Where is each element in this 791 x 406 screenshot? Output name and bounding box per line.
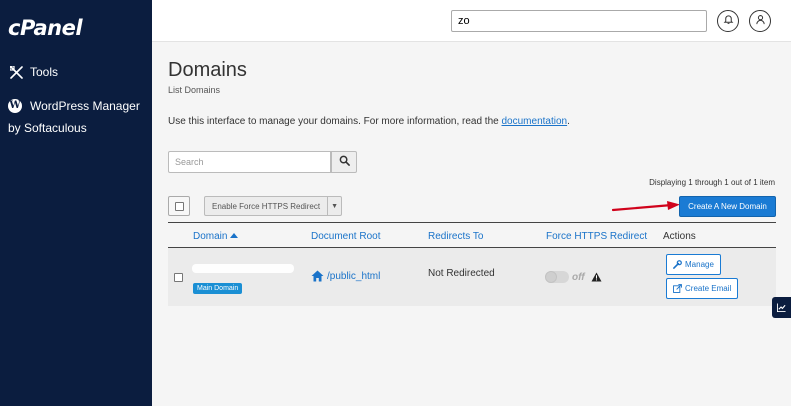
force-https-button-group: Enable Force HTTPS Redirect ▼ [204, 196, 343, 216]
document-root-path: /public_html [327, 270, 381, 282]
toggle-knob [545, 271, 557, 283]
column-header-document-root[interactable]: Document Root [311, 231, 380, 242]
create-domain-button[interactable]: Create A New Domain [679, 196, 776, 217]
force-https-dropdown-toggle[interactable]: ▼ [328, 196, 343, 216]
force-https-toggle-group: off [545, 271, 602, 283]
column-header-actions: Actions [663, 231, 696, 242]
domain-search-input[interactable] [168, 151, 331, 173]
checkbox-box [174, 201, 184, 211]
warning-icon[interactable] [591, 272, 602, 282]
sidebar-item-label: WordPress Manager [30, 99, 140, 113]
manage-button[interactable]: Manage [666, 254, 721, 275]
tools-icon [8, 64, 24, 80]
wrench-icon [673, 260, 682, 269]
global-search-input[interactable] [451, 10, 707, 32]
manage-button-label: Manage [685, 260, 714, 269]
pagination-summary: Displaying 1 through 1 out of 1 item [649, 178, 775, 187]
column-header-redirects-to[interactable]: Redirects To [428, 231, 483, 242]
create-email-button[interactable]: Create Email [666, 278, 739, 299]
column-header-label: Domain [193, 231, 228, 242]
document-root-link[interactable]: /public_html [311, 270, 380, 282]
page-title: Domains [168, 59, 247, 81]
bell-icon [723, 12, 734, 30]
enable-force-https-button[interactable]: Enable Force HTTPS Redirect [204, 196, 329, 216]
sidebar: cPanel Tools W WordPress Manager by Soft… [0, 0, 152, 406]
search-button[interactable] [331, 151, 357, 173]
user-icon [755, 12, 766, 30]
cpanel-logo[interactable]: cPanel [8, 16, 83, 40]
search-icon [339, 153, 350, 171]
caret-down-icon: ▼ [331, 202, 339, 210]
wordpress-icon: W [8, 99, 22, 113]
home-icon [311, 270, 324, 282]
table-header: Domain Document Root Redirects To Force … [168, 222, 776, 248]
table-row: Main Domain /public_html Not Redirected … [168, 248, 776, 306]
notifications-button[interactable] [717, 10, 739, 32]
force-https-toggle[interactable] [545, 271, 569, 283]
redirects-to-value: Not Redirected [428, 268, 495, 279]
topbar [152, 0, 791, 42]
stats-panel-tab[interactable] [772, 297, 791, 318]
force-https-state: off [572, 271, 585, 283]
intro-text: Use this interface to manage your domain… [168, 116, 570, 127]
create-email-button-label: Create Email [685, 284, 732, 293]
intro-text-body: Use this interface to manage your domain… [168, 116, 502, 127]
main-domain-badge: Main Domain [193, 283, 243, 294]
chart-icon [777, 299, 786, 317]
domains-table: Domain Document Root Redirects To Force … [168, 222, 776, 306]
domain-name-redacted [192, 264, 294, 273]
user-menu-button[interactable] [749, 10, 771, 32]
sort-ascending-icon [230, 233, 239, 238]
annotation-arrow [612, 201, 680, 212]
sidebar-item-label-line2: by Softaculous [8, 121, 87, 135]
main-content: Domains List Domains Use this interface … [152, 43, 791, 406]
column-header-domain[interactable]: Domain [193, 231, 239, 242]
external-link-icon [673, 284, 682, 293]
documentation-link[interactable]: documentation [502, 116, 568, 127]
sidebar-item-wordpress-manager[interactable]: W WordPress Manager by Softaculous [8, 95, 140, 139]
sidebar-item-tools[interactable]: Tools [8, 64, 58, 80]
select-all-checkbox[interactable] [168, 196, 190, 216]
column-header-force-https[interactable]: Force HTTPS Redirect [546, 231, 647, 242]
sidebar-item-label: Tools [30, 65, 59, 79]
intro-text-end: . [567, 116, 570, 127]
page-subtitle: List Domains [168, 85, 221, 95]
row-checkbox[interactable] [174, 273, 183, 282]
